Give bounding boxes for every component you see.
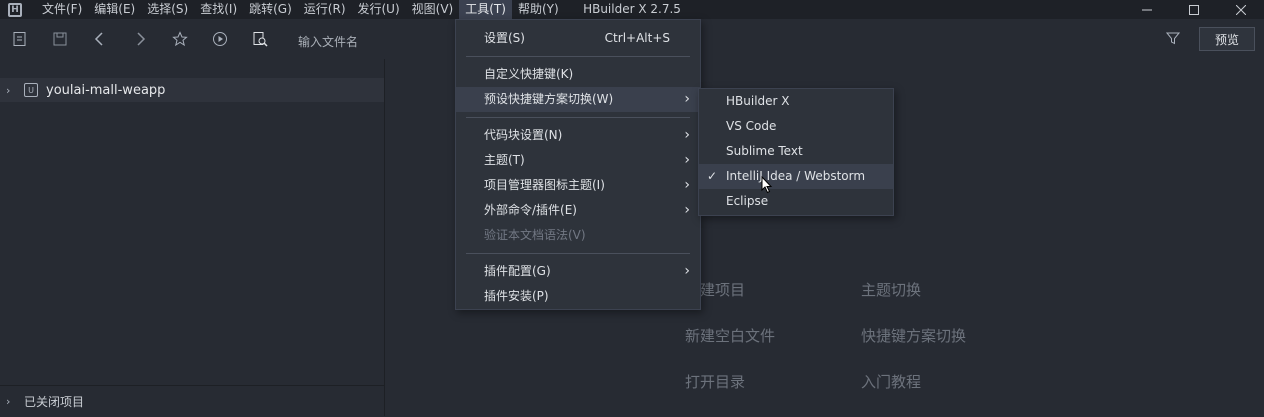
submenu-arrow-icon: › bbox=[684, 152, 690, 168]
filter-button[interactable] bbox=[1165, 31, 1181, 49]
uniapp-project-icon: U bbox=[24, 83, 38, 97]
menu-item-label: 预设快捷键方案切换(W) bbox=[484, 92, 614, 106]
file-search-icon bbox=[253, 32, 268, 47]
new-file-button[interactable] bbox=[0, 19, 40, 59]
menu-run[interactable]: 运行(R) bbox=[298, 0, 352, 19]
maximize-icon bbox=[1188, 4, 1199, 15]
project-name: youlai-mall-weapp bbox=[46, 82, 166, 98]
menu-item-label: 项目管理器图标主题(I) bbox=[484, 178, 605, 192]
minimize-button[interactable] bbox=[1123, 0, 1170, 19]
chevron-left-icon bbox=[94, 32, 103, 46]
maximize-button[interactable] bbox=[1170, 0, 1217, 19]
menu-publish[interactable]: 发行(U) bbox=[352, 0, 406, 19]
back-button[interactable] bbox=[80, 19, 120, 59]
menu-item-label: 代码块设置(N) bbox=[484, 128, 563, 142]
menu-item-keymap-scheme[interactable]: 预设快捷键方案切换(W) › bbox=[456, 87, 700, 112]
preview-button[interactable]: 预览 bbox=[1199, 27, 1255, 51]
keymap-eclipse[interactable]: Eclipse bbox=[699, 189, 893, 214]
save-icon bbox=[53, 32, 67, 46]
menu-edit[interactable]: 编辑(E) bbox=[88, 0, 141, 19]
file-search-input[interactable]: 输入文件名 bbox=[298, 33, 358, 50]
closed-projects-section[interactable]: › 已关闭项目 bbox=[0, 385, 384, 417]
window-controls bbox=[1123, 0, 1264, 19]
menu-select[interactable]: 选择(S) bbox=[141, 0, 194, 19]
menu-item-label: 验证本文档语法(V) bbox=[484, 228, 586, 242]
submenu-arrow-icon: › bbox=[684, 91, 690, 107]
menu-item-plugin-config[interactable]: 插件配置(G) › bbox=[456, 259, 700, 284]
welcome-new-blank-file[interactable]: 新建空白文件 bbox=[685, 325, 775, 346]
hbuilder-logo-icon: H bbox=[8, 2, 22, 17]
menu-item-label: 插件安装(P) bbox=[484, 289, 549, 303]
chevron-right-icon: › bbox=[6, 395, 11, 408]
check-icon: ✓ bbox=[707, 169, 718, 183]
submenu-item-label: Sublime Text bbox=[726, 144, 803, 158]
menu-find[interactable]: 查找(I) bbox=[194, 0, 243, 19]
chevron-right-icon: › bbox=[6, 83, 11, 97]
welcome-open-directory[interactable]: 打开目录 bbox=[685, 371, 745, 392]
welcome-theme-switch[interactable]: 主题切换 bbox=[861, 279, 921, 300]
menu-item-theme[interactable]: 主题(T) › bbox=[456, 148, 700, 173]
submenu-item-label: IntelliJ Idea / Webstorm bbox=[726, 169, 866, 183]
chevron-right-icon bbox=[137, 32, 146, 46]
shortcut-label: Ctrl+Alt+S bbox=[604, 31, 670, 45]
menu-item-icon-theme[interactable]: 项目管理器图标主题(I) › bbox=[456, 173, 700, 198]
menu-item-external-commands[interactable]: 外部命令/插件(E) › bbox=[456, 198, 700, 223]
submenu-item-label: HBuilder X bbox=[726, 94, 790, 108]
submenu-arrow-icon: › bbox=[684, 202, 690, 218]
star-icon bbox=[172, 31, 188, 47]
tools-menu: 设置(S) Ctrl+Alt+S 自定义快捷键(K) 预设快捷键方案切换(W) … bbox=[455, 19, 701, 310]
play-circle-icon bbox=[213, 32, 227, 46]
keymap-hbuilderx[interactable]: HBuilder X bbox=[699, 89, 893, 114]
submenu-arrow-icon: › bbox=[684, 263, 690, 279]
favorite-button[interactable] bbox=[160, 19, 200, 59]
menu-item-validate-syntax: 验证本文档语法(V) bbox=[456, 223, 700, 248]
title-bar: H 文件(F) 编辑(E) 选择(S) 查找(I) 跳转(G) 运行(R) 发行… bbox=[0, 0, 1264, 19]
close-icon bbox=[1235, 4, 1246, 15]
mouse-cursor-icon bbox=[761, 175, 773, 198]
menu-item-label: 主题(T) bbox=[484, 153, 525, 167]
forward-button[interactable] bbox=[120, 19, 160, 59]
keymap-vscode[interactable]: VS Code bbox=[699, 114, 893, 139]
menu-item-settings[interactable]: 设置(S) Ctrl+Alt+S bbox=[456, 26, 700, 51]
menu-bar: 文件(F) 编辑(E) 选择(S) 查找(I) 跳转(G) 运行(R) 发行(U… bbox=[36, 0, 565, 19]
menu-goto[interactable]: 跳转(G) bbox=[243, 0, 298, 19]
menu-tools[interactable]: 工具(T) bbox=[459, 0, 512, 19]
closed-projects-label: 已关闭项目 bbox=[24, 395, 85, 409]
filter-icon bbox=[1165, 32, 1181, 45]
menu-item-snippets[interactable]: 代码块设置(N) › bbox=[456, 123, 700, 148]
keymap-sublime[interactable]: Sublime Text bbox=[699, 139, 893, 164]
welcome-keymap-switch[interactable]: 快捷键方案切换 bbox=[861, 325, 966, 346]
menu-item-label: 插件配置(G) bbox=[484, 264, 551, 278]
new-file-icon bbox=[13, 32, 26, 46]
submenu-arrow-icon: › bbox=[684, 127, 690, 143]
minimize-icon bbox=[1141, 9, 1152, 10]
menu-separator bbox=[466, 253, 690, 254]
submenu-arrow-icon: › bbox=[684, 177, 690, 193]
file-search-button[interactable] bbox=[240, 19, 280, 59]
project-sidebar: › U youlai-mall-weapp › 已关闭项目 bbox=[0, 59, 385, 416]
menu-separator bbox=[466, 117, 690, 118]
project-item[interactable]: › U youlai-mall-weapp bbox=[0, 78, 384, 102]
run-button[interactable] bbox=[200, 19, 240, 59]
menu-file[interactable]: 文件(F) bbox=[36, 0, 88, 19]
close-button[interactable] bbox=[1217, 0, 1264, 19]
menu-view[interactable]: 视图(V) bbox=[406, 0, 460, 19]
menu-item-label: 外部命令/插件(E) bbox=[484, 203, 577, 217]
save-button[interactable] bbox=[40, 19, 80, 59]
menu-item-label: 设置(S) bbox=[484, 31, 525, 45]
submenu-item-label: VS Code bbox=[726, 119, 777, 133]
menu-item-label: 自定义快捷键(K) bbox=[484, 67, 574, 81]
keymap-submenu: HBuilder X VS Code Sublime Text ✓ Intell… bbox=[698, 88, 894, 216]
menu-item-custom-keybindings[interactable]: 自定义快捷键(K) bbox=[456, 62, 700, 87]
menu-item-plugin-install[interactable]: 插件安装(P) bbox=[456, 284, 700, 309]
menu-separator bbox=[466, 56, 690, 57]
keymap-intellij[interactable]: ✓ IntelliJ Idea / Webstorm bbox=[699, 164, 893, 189]
welcome-getting-started[interactable]: 入门教程 bbox=[861, 371, 921, 392]
menu-help[interactable]: 帮助(Y) bbox=[512, 0, 565, 19]
